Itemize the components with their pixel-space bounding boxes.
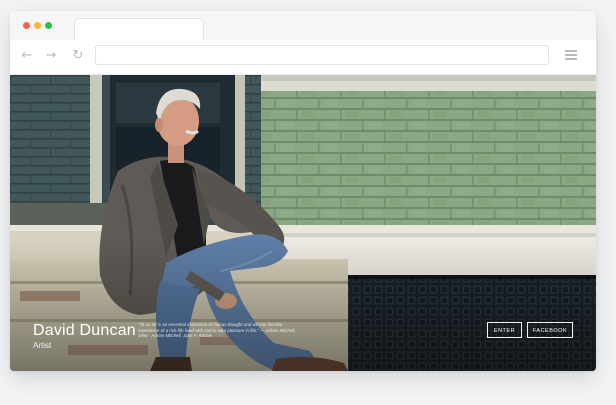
reload-icon[interactable]: ↻	[69, 47, 87, 65]
browser-toolbar: ← → ↻	[10, 40, 596, 75]
title-bar	[10, 11, 596, 42]
browser-window: ← → ↻ David Duncan Artist "To us art is …	[10, 11, 596, 371]
facebook-button[interactable]: FACEBOOK	[527, 322, 573, 338]
minimize-window-button[interactable]	[34, 22, 41, 29]
arrow-left-icon[interactable]: ←	[18, 47, 36, 65]
maximize-window-button[interactable]	[45, 22, 52, 29]
artist-name: David Duncan	[33, 322, 136, 339]
hero-section: David Duncan Artist "To us art is an ess…	[10, 75, 596, 371]
hero-caption: David Duncan Artist	[33, 321, 136, 350]
browser-tab[interactable]	[74, 18, 204, 42]
hamburger-icon[interactable]	[565, 50, 577, 60]
enter-button[interactable]: ENTER	[487, 322, 522, 338]
url-bar[interactable]	[95, 45, 549, 65]
arrow-right-icon[interactable]: →	[42, 47, 60, 65]
close-window-button[interactable]	[23, 22, 30, 29]
artist-role: Artist	[33, 341, 52, 350]
hero-quote: "To us art is an essential dimension of …	[138, 322, 296, 338]
